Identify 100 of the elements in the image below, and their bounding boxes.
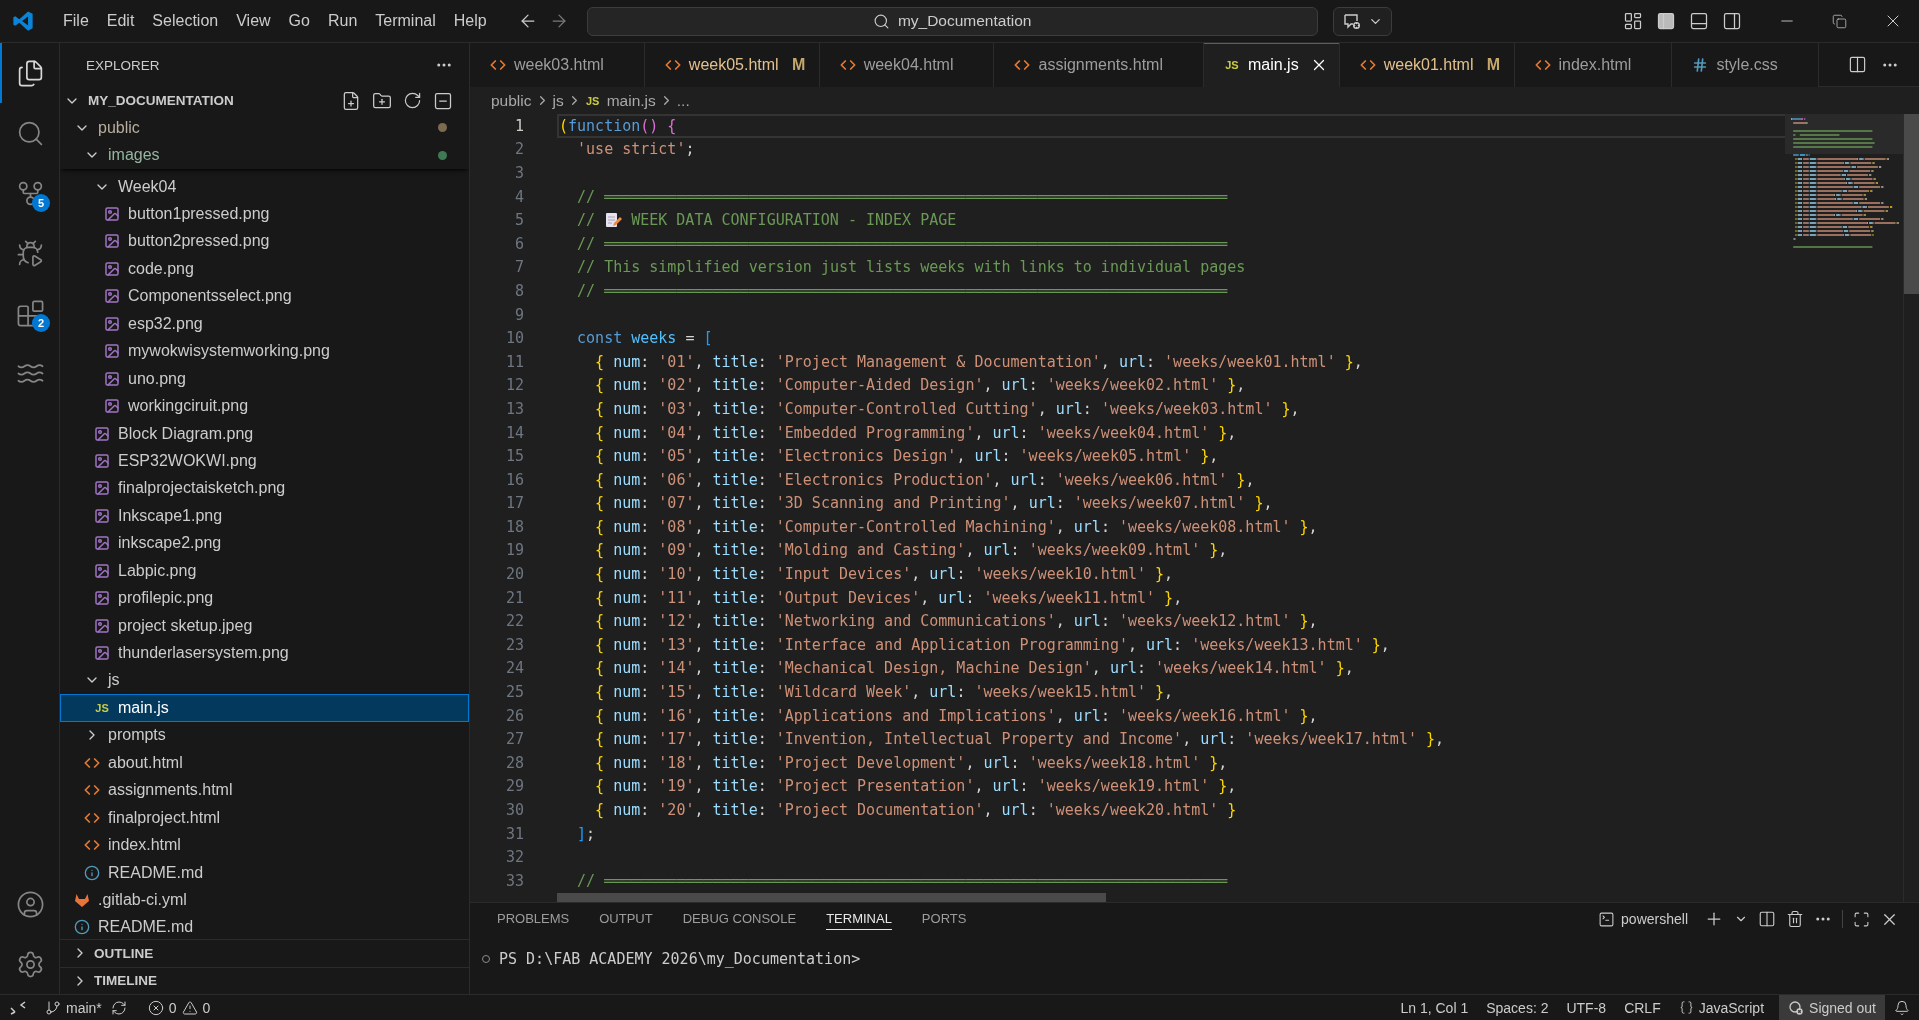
menu-item[interactable]: File [54, 8, 98, 34]
code-brackets-icon [839, 57, 856, 73]
split-editor-icon[interactable] [1848, 55, 1867, 74]
tree-item[interactable]: public [60, 114, 469, 142]
restore-icon[interactable] [1832, 13, 1847, 29]
editor-tab[interactable]: JS main.js [1204, 43, 1340, 87]
collapse-icon[interactable] [433, 90, 453, 111]
tree-item[interactable]: Week04 [60, 172, 469, 201]
line-number: 7 [513, 258, 524, 277]
line-number: 2 [513, 140, 524, 159]
tree-item[interactable]: Block Diagram.png [60, 419, 469, 448]
panel-tab[interactable]: PROBLEMS [497, 908, 570, 930]
status-item[interactable]: Spaces: 2 [1477, 995, 1558, 1020]
tree-item[interactable]: README.md [60, 913, 469, 939]
language-button[interactable]: JavaScript [1669, 995, 1774, 1020]
line-number: 25 [504, 683, 524, 702]
sync-icon[interactable] [110, 999, 127, 1016]
editor-tab[interactable]: week05.html M [644, 43, 820, 87]
tree-item[interactable]: prompts [60, 721, 469, 750]
status-item[interactable]: Ln 1, Col 1 [1391, 995, 1478, 1020]
breadcrumb-item[interactable]: js [552, 91, 564, 110]
tree-item[interactable]: button1pressed.png [60, 200, 469, 228]
layout-icon[interactable] [1623, 11, 1643, 31]
panel-tab[interactable]: PORTS [921, 908, 967, 930]
info-icon [84, 864, 100, 881]
scrollbar-thumb[interactable] [1904, 114, 1919, 294]
tree-item[interactable]: about.html [60, 749, 469, 777]
refresh-icon[interactable] [403, 91, 422, 110]
tree-item[interactable]: button2pressed.png [60, 227, 469, 256]
editor-tab[interactable]: assignments.html [994, 43, 1204, 87]
panel-left-icon[interactable] [1656, 11, 1676, 31]
new-file-icon[interactable] [341, 90, 361, 111]
editor-tab[interactable]: week04.html [819, 43, 995, 87]
tree-item[interactable]: inkscape2.png [60, 529, 469, 557]
chat-button[interactable] [1332, 6, 1392, 36]
editor-tab[interactable]: style.css [1672, 43, 1819, 87]
status-item[interactable]: UTF-8 [1557, 995, 1616, 1020]
code-line: // ═════════════════════════════════════════════════════════════════════ [576, 870, 1229, 892]
editor-tab[interactable]: index.html [1514, 43, 1673, 87]
tree-item[interactable]: Componentsselect.png [60, 282, 469, 311]
tree-item[interactable]: .gitlab-ci.yml [60, 886, 469, 914]
menu-item[interactable]: Help [444, 8, 496, 34]
section-header[interactable]: OUTLINE [60, 939, 469, 967]
code-line: // ═════════════════════════════════════════════════════════════════════ [576, 280, 1229, 302]
breadcrumb-item[interactable]: public [491, 91, 532, 110]
terminal-icon [1598, 910, 1616, 928]
tree-item[interactable]: index.html [60, 831, 469, 859]
settings-icon[interactable] [16, 949, 45, 979]
tree-item[interactable]: thunderlasersystem.png [60, 639, 469, 667]
tree-item[interactable]: finalprojectaisketch.png [60, 474, 469, 503]
terminal-selector[interactable]: powershell [1598, 910, 1688, 928]
scrollbar-thumb[interactable] [557, 893, 1106, 902]
tree-item[interactable]: js [60, 666, 469, 695]
tree-item[interactable]: workingciruit.png [60, 392, 469, 420]
tree-item[interactable]: uno.png [60, 364, 469, 393]
tree-item[interactable]: README.md [60, 858, 469, 887]
user-icon[interactable] [16, 889, 45, 919]
breadcrumb-item[interactable]: ... [676, 91, 690, 110]
menu-item[interactable]: Go [279, 8, 319, 34]
editor-tab[interactable]: week03.html [470, 43, 645, 87]
info-icon [74, 919, 90, 936]
tree-item[interactable]: code.png [60, 255, 469, 283]
tree-item[interactable]: JS main.js [60, 694, 469, 722]
maximize-icon[interactable] [1853, 910, 1870, 928]
tree-item[interactable]: ESP32WOKWI.png [60, 447, 469, 475]
tree-item[interactable]: assignments.html [60, 776, 469, 804]
menu-item[interactable]: Selection [143, 8, 228, 34]
menu-item[interactable]: Run [318, 8, 367, 34]
new-folder-icon[interactable] [372, 90, 392, 111]
panel-tab[interactable]: DEBUG CONSOLE [682, 908, 797, 930]
tree-item[interactable]: images [60, 141, 469, 169]
panel-right-icon[interactable] [1722, 11, 1742, 31]
activity-item[interactable]: 5 [0, 163, 59, 223]
branch-button[interactable]: main* [36, 995, 111, 1020]
tree-item[interactable]: finalproject.html [60, 803, 469, 832]
chat-icon [1341, 11, 1362, 31]
menu-item[interactable]: View [227, 8, 280, 34]
bell-icon [1894, 999, 1910, 1016]
editor-tab[interactable]: week01.html M [1339, 43, 1515, 87]
command-center[interactable]: my_Documentation [586, 6, 1318, 36]
tree-item[interactable]: Inkscape1.png [60, 502, 469, 530]
breadcrumb-item[interactable]: JS main.js [584, 91, 656, 110]
account-button[interactable]: Signed out [1779, 995, 1885, 1020]
tree-item[interactable]: mywokwisystemworking.png [60, 337, 469, 365]
panel-tab[interactable]: TERMINAL [826, 908, 892, 930]
panel-bottom-icon[interactable] [1689, 11, 1709, 31]
tree-item[interactable]: Labpic.png [60, 557, 469, 585]
split-icon[interactable] [1758, 910, 1776, 928]
tree-item[interactable]: project sketup.jpeg [60, 611, 469, 640]
menu-item[interactable]: Terminal [366, 8, 445, 34]
activity-item[interactable]: 2 [0, 283, 59, 343]
trash-icon[interactable] [1786, 910, 1804, 928]
problems-button[interactable]: 0 0 [138, 995, 220, 1020]
workspace-header[interactable]: MY_DOCUMENTATION [60, 87, 469, 114]
tree-item[interactable]: esp32.png [60, 310, 469, 338]
tree-item[interactable]: profilepic.png [60, 584, 469, 612]
menu-item[interactable]: Edit [97, 8, 144, 34]
status-item[interactable]: CRLF [1615, 995, 1670, 1020]
code-line: { num: '07', title: '3D Scanning and Printing', url: 'weeks/week07.html' }, [594, 493, 1274, 515]
panel-tab[interactable]: OUTPUT [599, 908, 653, 930]
